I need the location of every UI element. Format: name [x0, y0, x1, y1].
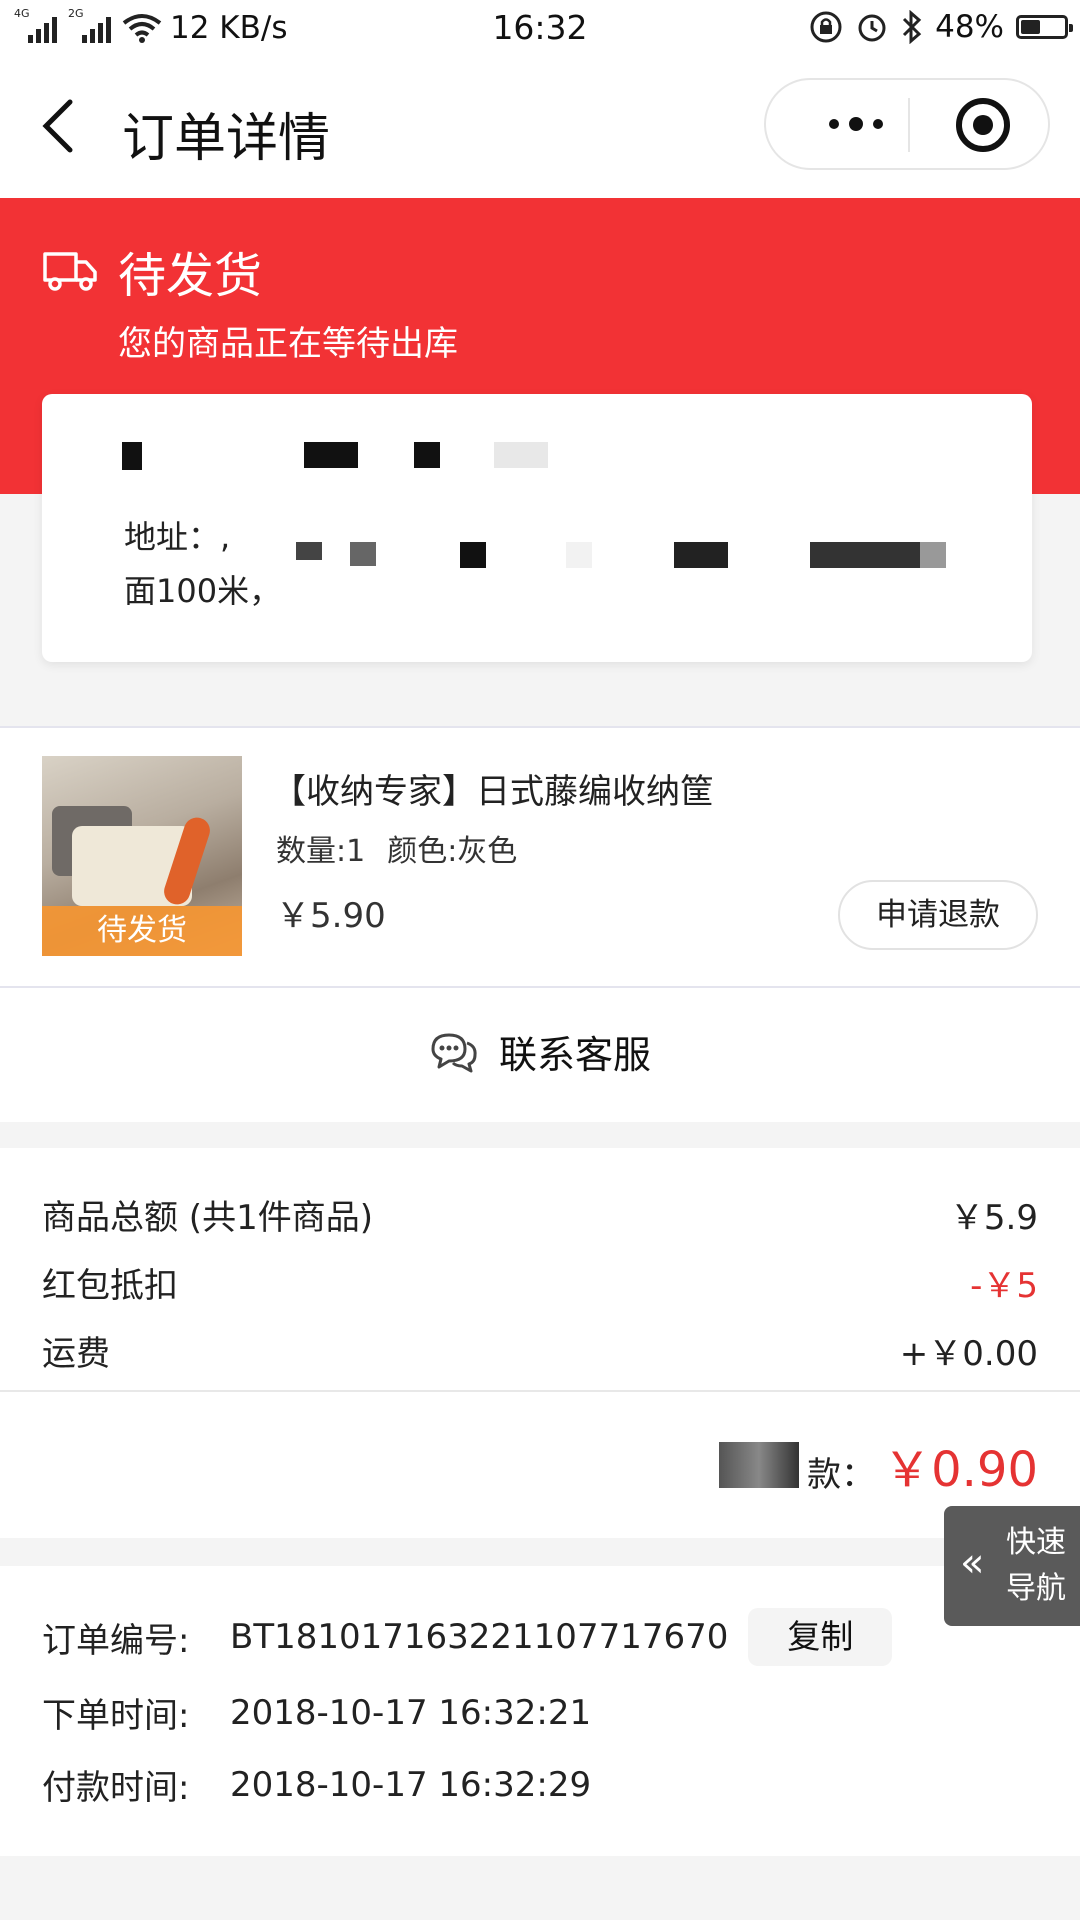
- quick-nav-label-line1: 快速: [1006, 1525, 1066, 1560]
- capsule-divider: [908, 98, 910, 152]
- price-summary: 商品总额 (共1件商品) ￥5.9 红包抵扣 -￥5 运费 +￥0.00 款： …: [0, 1148, 1080, 1538]
- subtotal-value: ￥5.9: [949, 1198, 1038, 1238]
- total-amount: ￥0.90: [883, 1442, 1038, 1498]
- order-paid-row: 付款时间: 2018-10-17 16:32:29: [42, 1760, 591, 1809]
- shipping-label: 运费: [42, 1334, 110, 1374]
- nav-bar: 订单详情: [0, 58, 1080, 198]
- copy-button[interactable]: 复制: [748, 1608, 893, 1666]
- order-number-row: 订单编号: BT181017163221107717670 复制: [42, 1608, 893, 1666]
- alarm-icon: [858, 14, 886, 42]
- order-paid-label: 付款时间:: [42, 1768, 190, 1808]
- battery-icon: [1016, 15, 1073, 39]
- chat-bubble-icon: [431, 1033, 477, 1072]
- total-label-redacted: [719, 1442, 800, 1488]
- truck-icon: [43, 252, 97, 291]
- more-menu-icon[interactable]: [806, 80, 906, 168]
- rotation-lock-icon: [810, 11, 842, 43]
- total-label: 款：: [807, 1455, 876, 1495]
- address-line-2: 面100米，: [124, 572, 282, 610]
- total-payment: 款： ￥0.90: [719, 1430, 1038, 1500]
- thumbnail-status-badge: 待发货: [42, 906, 242, 956]
- contact-service-button[interactable]: 联系客服: [0, 988, 1080, 1122]
- product-color: 颜色:灰色: [387, 834, 518, 869]
- product-quantity: 数量:1: [276, 834, 366, 869]
- quick-nav-label: 快速 导航: [1006, 1520, 1076, 1612]
- contact-service-label: 联系客服: [498, 1033, 651, 1077]
- order-status-title: 待发货: [118, 248, 263, 304]
- quick-nav-button[interactable]: « 快速 导航: [944, 1506, 1080, 1626]
- address-card[interactable]: 地址：, 面100米，: [42, 394, 1032, 662]
- status-bar: 4G 2G 12 KB/s 16:32 48%: [0, 0, 1080, 58]
- order-paid-time: 2018-10-17 16:32:29: [230, 1764, 592, 1805]
- summary-row-red-packet: 红包抵扣 -￥5: [42, 1258, 1038, 1307]
- status-bar-right: 48%: [809, 9, 1073, 45]
- address-line-1: 地址：,: [124, 518, 231, 556]
- quick-nav-label-line2: 导航: [1006, 1571, 1066, 1606]
- address-text: 地址：, 面100米，: [124, 510, 281, 618]
- order-number-label: 订单编号:: [42, 1620, 190, 1661]
- page-title: 订单详情: [122, 109, 331, 169]
- order-created-label: 下单时间:: [42, 1696, 190, 1736]
- red-packet-label: 红包抵扣: [42, 1266, 178, 1306]
- double-chevron-left-icon: «: [960, 1540, 985, 1586]
- refund-button[interactable]: 申请退款: [838, 880, 1038, 950]
- contact-service-content: 联系客服: [0, 1024, 1080, 1079]
- back-arrow-icon[interactable]: [38, 96, 78, 156]
- summary-divider: [0, 1390, 1080, 1392]
- order-created-time: 2018-10-17 16:32:21: [230, 1692, 592, 1733]
- close-mini-program-icon[interactable]: [956, 98, 1010, 152]
- bluetooth-icon: [903, 10, 922, 44]
- product-specs: 数量:1 颜色:灰色: [276, 826, 517, 870]
- order-created-row: 下单时间: 2018-10-17 16:32:21: [42, 1688, 591, 1737]
- summary-row-subtotal: 商品总额 (共1件商品) ￥5.9: [42, 1190, 1038, 1239]
- order-status-subtitle: 您的商品正在等待出库: [118, 324, 458, 364]
- product-item: 待发货 【收纳专家】日式藤编收纳筐 数量:1 颜色:灰色 ￥5.90 申请退款: [0, 726, 1080, 988]
- summary-row-shipping: 运费 +￥0.00: [42, 1326, 1038, 1375]
- mini-program-capsule: [764, 78, 1050, 170]
- subtotal-label: 商品总额 (共1件商品): [42, 1198, 373, 1238]
- product-thumbnail[interactable]: 待发货: [42, 756, 242, 956]
- order-info: 订单编号: BT181017163221107717670 复制 下单时间: 2…: [0, 1566, 1080, 1856]
- order-number: BT181017163221107717670: [230, 1617, 729, 1657]
- product-title[interactable]: 【收纳专家】日式藤编收纳筐: [272, 764, 714, 813]
- battery-percent: 48%: [935, 9, 1004, 45]
- shipping-value: +￥0.00: [899, 1334, 1038, 1374]
- red-packet-value: -￥5: [970, 1266, 1038, 1306]
- product-price: ￥5.90: [276, 896, 386, 936]
